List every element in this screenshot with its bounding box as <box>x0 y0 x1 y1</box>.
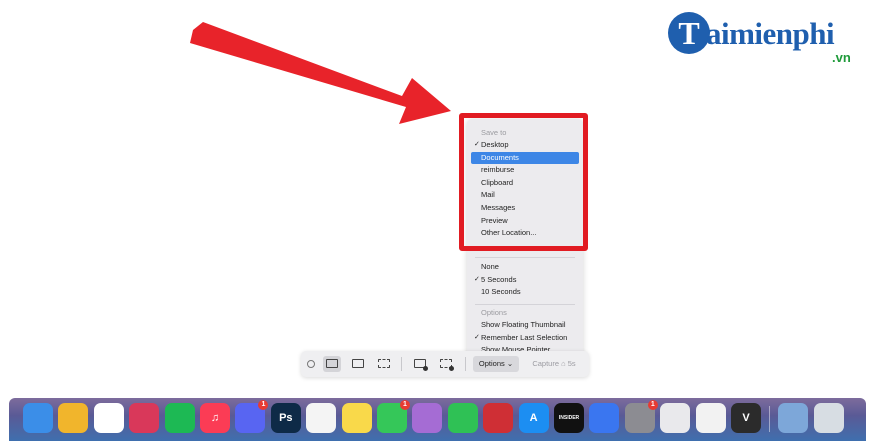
spotify-icon[interactable] <box>164 403 195 433</box>
notification-badge: 1 <box>258 400 269 410</box>
photoshop-icon[interactable]: Ps <box>270 403 301 433</box>
record-screen-button[interactable] <box>411 356 429 372</box>
pen-app-icon[interactable] <box>660 403 691 433</box>
screenshot-app-icon[interactable] <box>695 403 726 433</box>
dock-item-label: INSIDER <box>558 415 580 421</box>
notification-badge: 1 <box>400 400 410 410</box>
checkmark-icon: ✓ <box>474 333 480 341</box>
option-item-show-floating-thumbnail[interactable]: Show Floating Thumbnail <box>471 319 579 331</box>
messages-icon[interactable]: 1 <box>377 400 410 433</box>
slack-icon[interactable] <box>93 403 124 433</box>
timer-item-5-seconds[interactable]: ✓ 5 Seconds <box>471 274 579 286</box>
dock-item-label: V <box>742 412 750 424</box>
logo-word: aimienphi <box>706 16 835 51</box>
image-capture-icon[interactable] <box>778 403 809 433</box>
arrow-shape <box>190 22 451 124</box>
dock-separator <box>769 406 770 432</box>
vpn-app-icon[interactable]: V <box>731 403 761 433</box>
notes-icon[interactable] <box>341 403 372 433</box>
timer-item-10-seconds[interactable]: 10 Seconds <box>471 286 579 298</box>
menu-item-label: 5 Seconds <box>481 274 517 284</box>
chrome-icon[interactable] <box>58 403 89 433</box>
discord-icon[interactable]: 1 <box>235 400 269 433</box>
signal-icon[interactable] <box>589 403 620 433</box>
lips-app-icon[interactable] <box>129 403 160 433</box>
menu-separator <box>475 257 575 258</box>
options-header: Options <box>481 308 507 317</box>
dock: ♫ 1 Ps 1 A INSIDER 1 V <box>9 398 866 441</box>
system-preferences-icon[interactable]: 1 <box>624 400 658 433</box>
logo-letter: T <box>668 12 710 54</box>
facetime-icon[interactable] <box>447 403 478 433</box>
selection-icon <box>378 359 390 368</box>
dock-item-label: A <box>529 412 538 424</box>
toolbar-divider <box>465 357 466 371</box>
photo-booth-icon[interactable] <box>483 403 514 433</box>
app-store-icon[interactable]: A <box>518 403 549 433</box>
toolbar-divider <box>401 357 402 371</box>
insider-icon[interactable]: INSIDER <box>554 403 584 433</box>
dock-item-label: ♫ <box>210 412 220 424</box>
notification-badge: 1 <box>647 400 658 410</box>
close-toolbar-button[interactable] <box>307 360 315 368</box>
capture-window-button[interactable] <box>349 356 367 372</box>
screenshot-toolbar: Options ⌄ Capture ⌂ 5s <box>301 351 589 377</box>
menu-item-label: 10 Seconds <box>481 287 521 297</box>
logo-tld: .vn <box>832 50 851 65</box>
options-button[interactable]: Options ⌄ <box>473 356 519 372</box>
dock-item-label: Ps <box>279 412 293 424</box>
menu-item-label: Show Floating Thumbnail <box>481 320 566 329</box>
window-icon <box>352 359 364 368</box>
taimienphi-logo: T aimienphi .vn <box>668 10 868 70</box>
menu-item-label: None <box>481 262 499 271</box>
record-dot-icon <box>423 366 428 371</box>
menu-item-label: Remember Last Selection <box>481 332 568 342</box>
screen-icon <box>326 359 338 368</box>
record-dot-icon <box>449 366 454 371</box>
grid-app-icon[interactable] <box>412 403 443 433</box>
menu-separator <box>475 304 575 305</box>
trash-icon[interactable] <box>813 403 844 433</box>
capture-selection-button[interactable] <box>375 356 393 372</box>
script-app-icon[interactable] <box>306 403 337 433</box>
capture-button[interactable]: Capture ⌂ 5s <box>525 356 583 372</box>
red-highlight-box <box>459 113 588 251</box>
finder-icon[interactable] <box>23 403 53 433</box>
checkmark-icon: ✓ <box>474 275 480 283</box>
music-icon[interactable]: ♫ <box>200 403 230 433</box>
option-item-remember-last-selection[interactable]: ✓ Remember Last Selection <box>471 332 579 344</box>
record-selection-button[interactable] <box>437 356 455 372</box>
capture-entire-screen-button[interactable] <box>323 356 341 372</box>
timer-item-none[interactable]: None <box>471 261 579 273</box>
